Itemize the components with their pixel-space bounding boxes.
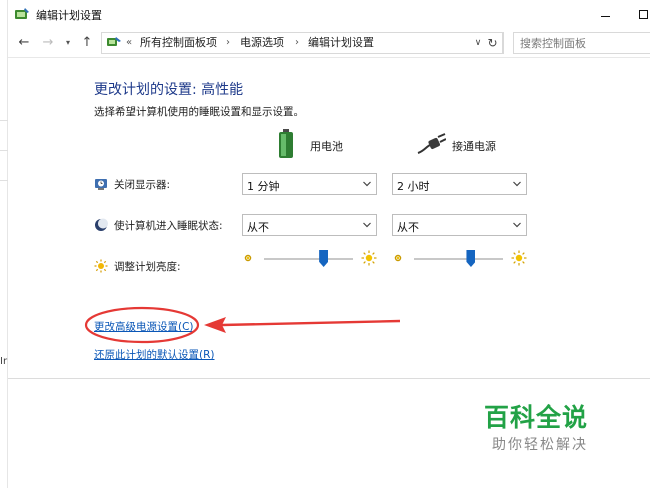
slider-track <box>414 258 503 260</box>
brightness-battery-slider[interactable] <box>242 248 377 270</box>
sun-bright-icon <box>511 250 527 266</box>
battery-icon <box>279 129 293 158</box>
row-label-sleep: 使计算机进入睡眠状态: <box>94 218 223 233</box>
brightness-plugged-slider[interactable] <box>392 248 527 270</box>
background-window-edge: Ir <box>0 0 8 488</box>
brightness-label: 调整计划亮度: <box>114 261 181 273</box>
page-title: 更改计划的设置: 高性能 <box>94 82 244 98</box>
power-options-icon <box>15 8 29 19</box>
breadcrumb[interactable]: « 所有控制面板项 › 电源选项 › 编辑计划设置 ∨ <box>101 32 504 54</box>
sun-dim-icon <box>244 254 252 262</box>
column-label-battery: 用电池 <box>310 140 343 153</box>
watermark-main-text: 百科全说 <box>484 403 589 432</box>
breadcrumb-overflow[interactable]: « <box>126 36 132 50</box>
refresh-icon: ↻ <box>487 36 498 50</box>
back-button[interactable]: ← <box>14 34 34 52</box>
row-label-turn-off-display: 关闭显示器: <box>94 177 170 192</box>
search-input[interactable] <box>513 32 650 54</box>
page-description: 选择希望计算机使用的睡眠设置和显示设置。 <box>94 106 304 118</box>
restore-defaults-link[interactable]: 还原此计划的默认设置(R) <box>94 347 215 362</box>
sun-bright-icon <box>361 250 377 266</box>
edge-line <box>0 150 8 151</box>
breadcrumb-item-edit-plan[interactable]: 编辑计划设置 <box>308 36 374 50</box>
recent-locations-button[interactable]: ▾ <box>62 34 74 52</box>
minimize-button[interactable] <box>592 4 618 24</box>
sleep-plugged-select[interactable]: 从不 <box>392 214 527 236</box>
breadcrumb-item-all-items[interactable]: 所有控制面板项 <box>140 36 217 50</box>
arrow-up-icon: ↑ <box>81 35 93 50</box>
control-panel-icon <box>107 37 121 46</box>
forward-button[interactable]: → <box>38 34 58 52</box>
select-value: 1 分钟 <box>247 180 280 193</box>
chevron-down-icon <box>363 181 371 187</box>
slider-thumb[interactable] <box>466 250 476 267</box>
chevron-right-icon[interactable]: › <box>226 36 230 50</box>
select-value: 从不 <box>397 221 419 234</box>
slider-track <box>264 258 353 260</box>
sun-dim-icon <box>394 254 402 262</box>
chevron-right-icon[interactable]: › <box>295 36 299 50</box>
title-bar: 编辑计划设置 <box>8 0 650 28</box>
display-off-plugged-select[interactable]: 2 小时 <box>392 173 527 195</box>
edit-plan-settings-window: 编辑计划设置 ← → ▾ ↑ « 所有控制面板项 › 电源选项 › 编辑计划设置… <box>8 0 650 488</box>
chevron-down-icon <box>513 222 521 228</box>
column-header-battery: 用电池 <box>276 129 376 161</box>
chevron-down-icon: ▾ <box>65 38 70 47</box>
display-off-battery-select[interactable]: 1 分钟 <box>242 173 377 195</box>
maximize-button[interactable] <box>630 4 650 24</box>
arrow-right-icon: → <box>42 35 54 50</box>
moon-icon <box>95 218 108 231</box>
chevron-down-icon: ∨ <box>474 38 482 48</box>
edge-line <box>0 120 8 121</box>
select-value: 2 小时 <box>397 180 430 193</box>
display-clock-icon <box>95 179 107 190</box>
window-title: 编辑计划设置 <box>36 9 102 22</box>
chevron-down-icon <box>513 181 521 187</box>
watermark-logo: 百科全说 助你轻松解决 <box>482 398 612 458</box>
advanced-power-settings-link[interactable]: 更改高级电源设置(C) <box>94 319 194 334</box>
watermark-sub-text: 助你轻松解决 <box>492 437 588 453</box>
breadcrumb-item-power-options[interactable]: 电源选项 <box>240 36 284 50</box>
turn-off-display-label: 关闭显示器: <box>114 179 171 191</box>
sleep-label: 使计算机进入睡眠状态: <box>114 220 223 232</box>
edge-line <box>0 180 8 181</box>
slider-thumb[interactable] <box>319 250 329 267</box>
power-plug-icon <box>417 133 446 154</box>
maximize-icon <box>638 10 648 19</box>
row-label-brightness: 调整计划亮度: <box>94 259 181 274</box>
column-label-plugged-in: 接通电源 <box>452 140 496 153</box>
chevron-down-icon <box>363 222 371 228</box>
minimize-icon <box>600 16 610 17</box>
address-toolbar: ← → ▾ ↑ « 所有控制面板项 › 电源选项 › 编辑计划设置 ∨ ↻ <box>8 28 650 58</box>
arrow-left-icon: ← <box>18 35 30 50</box>
sleep-battery-select[interactable]: 从不 <box>242 214 377 236</box>
refresh-button[interactable]: ↻ <box>483 32 503 54</box>
edge-glyph: Ir <box>0 356 8 367</box>
up-button[interactable]: ↑ <box>78 34 96 52</box>
column-header-plugged-in: 接通电源 <box>416 129 536 161</box>
select-value: 从不 <box>247 221 269 234</box>
sun-icon <box>94 259 108 273</box>
